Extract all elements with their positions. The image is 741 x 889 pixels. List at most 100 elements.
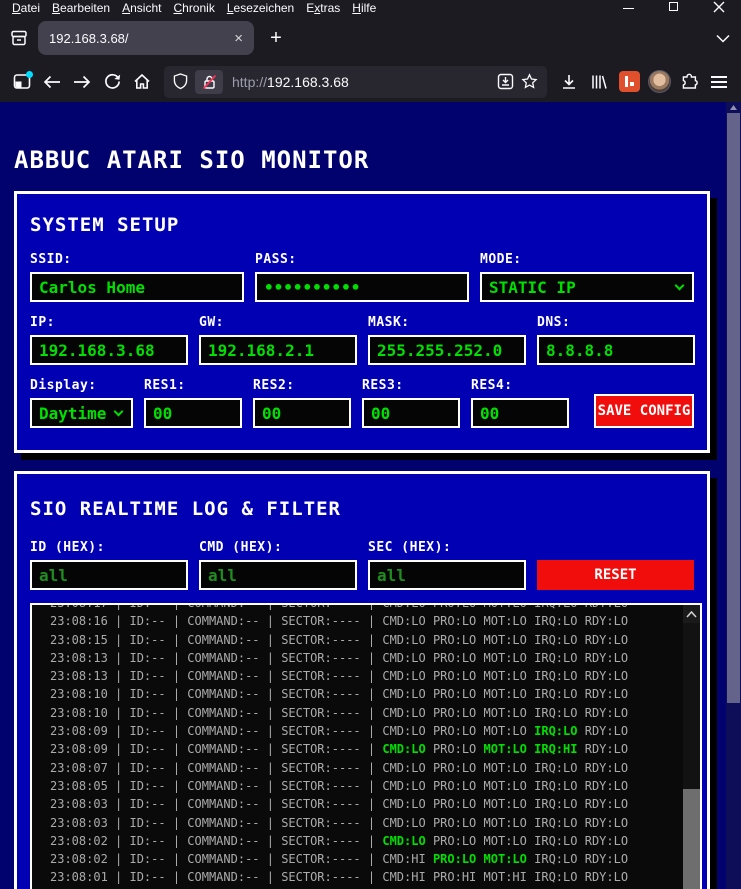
log-signal: MOT:LO bbox=[483, 632, 527, 647]
page-viewport: ABBUC ATARI SIO MONITOR SYSTEM SETUP SSI… bbox=[0, 102, 741, 889]
res2-input[interactable] bbox=[253, 398, 351, 428]
lock-insecure-icon bbox=[202, 74, 216, 89]
log-signal: PRO:LO bbox=[432, 815, 477, 830]
log-signal: CMD:LO bbox=[382, 614, 426, 629]
mask-input[interactable] bbox=[368, 335, 526, 365]
log-signal: MOT:LO bbox=[483, 669, 527, 684]
insecure-connection-button[interactable] bbox=[195, 69, 223, 94]
page-scrollbar-thumb[interactable] bbox=[727, 113, 740, 703]
log-signal: CMD:LO bbox=[382, 650, 426, 665]
menu-item-hilfe[interactable]: Hilfe bbox=[346, 0, 382, 15]
log-row: 23:08:09 | ID:-- | COMMAND:-- | SECTOR:-… bbox=[50, 724, 629, 739]
res2-field: RES2: bbox=[253, 378, 351, 428]
bookmark-star-icon[interactable] bbox=[521, 73, 538, 90]
firefox-view-icon-button[interactable] bbox=[8, 68, 36, 96]
log-signal: CMD:HI bbox=[382, 852, 426, 867]
menu-button[interactable] bbox=[705, 68, 733, 96]
reload-icon bbox=[104, 73, 120, 89]
log-signal: RDY:LO bbox=[584, 603, 629, 610]
list-all-tabs-button[interactable] bbox=[710, 25, 736, 51]
log-signal: MOT:LO bbox=[483, 614, 527, 629]
log-signal: CMD:LO bbox=[382, 797, 426, 812]
filter-id-label: ID (HEX): bbox=[30, 540, 105, 555]
firefox-view-button[interactable] bbox=[5, 24, 33, 52]
ssid-input[interactable] bbox=[30, 272, 244, 302]
sio-log-heading: SIO REALTIME LOG & FILTER bbox=[30, 498, 341, 520]
log-scrollbar-thumb[interactable] bbox=[683, 789, 700, 889]
url-host: 192.168.3.68 bbox=[267, 73, 349, 90]
menu-item-datei[interactable]: Datei bbox=[6, 0, 46, 15]
display-select-value: Daytime bbox=[39, 403, 107, 423]
pass-label: PASS: bbox=[255, 252, 297, 267]
minimize-button[interactable] bbox=[606, 0, 651, 14]
menu-item-chronik[interactable]: Chronik bbox=[167, 0, 220, 15]
pass-input[interactable] bbox=[255, 272, 469, 302]
save-page-icon[interactable] bbox=[497, 73, 514, 90]
res4-input[interactable] bbox=[471, 398, 569, 428]
log-signal: IRQ:LO bbox=[534, 870, 578, 885]
address-bar[interactable]: http://192.168.3.68 bbox=[164, 65, 547, 98]
log-signal: RDY:LO bbox=[584, 705, 629, 720]
filter-sec-input[interactable] bbox=[368, 560, 526, 590]
res3-input[interactable] bbox=[362, 398, 460, 428]
log-signal: PRO:LO bbox=[432, 778, 477, 793]
browser-tab[interactable]: 192.168.3.68/ × bbox=[38, 21, 254, 55]
downloads-button[interactable] bbox=[555, 68, 583, 96]
home-button[interactable] bbox=[128, 68, 156, 96]
filter-cmd-label: CMD (HEX): bbox=[199, 540, 283, 555]
forward-button[interactable] bbox=[68, 68, 96, 96]
gw-input[interactable] bbox=[199, 335, 357, 365]
log-signal: MOT:LO bbox=[483, 650, 527, 665]
log-output[interactable]: 23:08:17 | ID:-- | COMMAND:-- | SECTOR:-… bbox=[30, 603, 702, 889]
res1-input[interactable] bbox=[144, 398, 242, 428]
log-signal: CMD:LO bbox=[382, 760, 426, 775]
log-row: 23:08:03 | ID:-- | COMMAND:-- | SECTOR:-… bbox=[50, 815, 629, 830]
tab-close-icon[interactable]: × bbox=[231, 31, 246, 46]
log-row: 23:08:10 | ID:-- | COMMAND:-- | SECTOR:-… bbox=[50, 705, 629, 720]
log-row: 23:08:05 | ID:-- | COMMAND:-- | SECTOR:-… bbox=[50, 778, 629, 793]
minimize-icon bbox=[623, 7, 634, 9]
save-config-button[interactable]: SAVE CONFIG bbox=[594, 394, 694, 428]
shield-icon bbox=[173, 73, 188, 90]
mode-field: MODE: STATIC IP bbox=[480, 252, 694, 302]
page-scrollbar[interactable] bbox=[726, 102, 741, 889]
log-signal: RDY:LO bbox=[584, 815, 629, 830]
log-signal: PRO:LO bbox=[432, 852, 477, 867]
ip-input[interactable] bbox=[30, 335, 188, 365]
new-tab-button[interactable]: + bbox=[262, 24, 290, 52]
res3-field: RES3: bbox=[362, 378, 460, 428]
log-signal: MOT:LO bbox=[483, 705, 527, 720]
reset-button[interactable]: RESET bbox=[537, 560, 694, 590]
menu-item-extras[interactable]: Extras bbox=[300, 0, 346, 15]
back-button[interactable] bbox=[38, 68, 66, 96]
log-signal: PRO:LO bbox=[432, 650, 477, 665]
menu-item-bearbeiten[interactable]: Bearbeiten bbox=[46, 0, 116, 15]
account-button[interactable] bbox=[645, 68, 673, 96]
filter-sec-field: SEC (HEX): bbox=[368, 540, 526, 590]
maximize-button[interactable] bbox=[651, 0, 696, 14]
scroll-up-button[interactable] bbox=[683, 605, 700, 623]
display-select[interactable]: Daytime bbox=[30, 398, 133, 428]
extensions-button[interactable] bbox=[675, 68, 703, 96]
log-row: 23:08:17 | ID:-- | COMMAND:-- | SECTOR:-… bbox=[50, 603, 700, 612]
home-icon bbox=[134, 73, 150, 89]
log-scrollbar[interactable] bbox=[683, 605, 700, 889]
mode-select[interactable]: STATIC IP bbox=[480, 272, 694, 302]
close-button[interactable] bbox=[696, 0, 741, 14]
log-signal: IRQ:LO bbox=[534, 669, 578, 684]
gw-label: GW: bbox=[199, 315, 224, 330]
log-signal: MOT:LO bbox=[483, 833, 527, 848]
close-icon bbox=[713, 1, 724, 13]
library-button[interactable] bbox=[585, 68, 613, 96]
reload-button[interactable] bbox=[98, 68, 126, 96]
dns-input[interactable] bbox=[537, 335, 695, 365]
log-signal: MOT:LO bbox=[483, 603, 527, 610]
menu-item-lesezeichen[interactable]: Lesezeichen bbox=[221, 0, 300, 15]
filter-sec-label: SEC (HEX): bbox=[368, 540, 452, 555]
addon-button[interactable] bbox=[615, 68, 643, 96]
menu-item-ansicht[interactable]: Ansicht bbox=[116, 0, 167, 15]
filter-id-input[interactable] bbox=[30, 560, 188, 590]
filter-cmd-input[interactable] bbox=[199, 560, 357, 590]
log-signal: CMD:LO bbox=[382, 833, 426, 848]
log-signal: MOT:LO bbox=[483, 815, 527, 830]
